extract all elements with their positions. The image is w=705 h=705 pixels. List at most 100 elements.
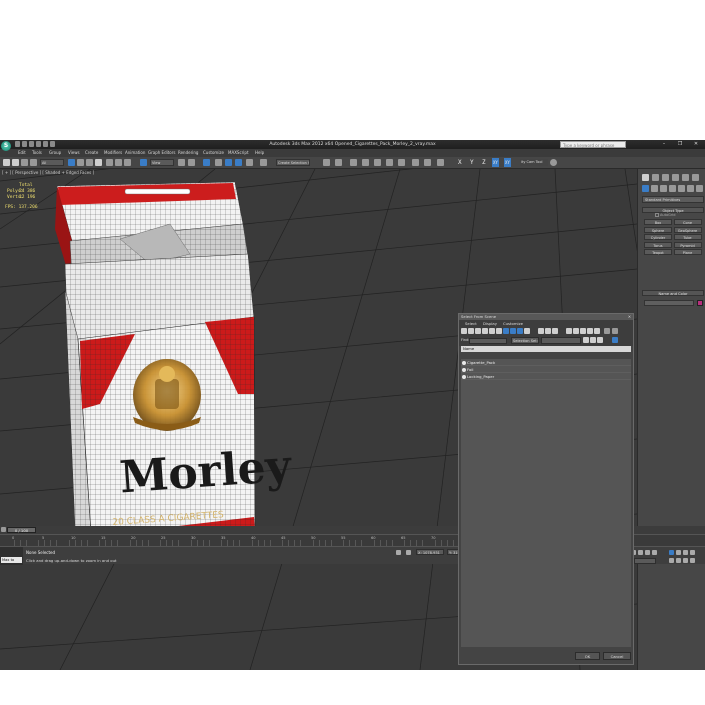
select-none-icon[interactable] (573, 328, 579, 334)
save-file-icon[interactable] (29, 141, 34, 147)
camera-tool-icon[interactable] (550, 159, 557, 166)
display-space-warps-icon[interactable] (496, 328, 502, 334)
unlink-icon[interactable] (12, 159, 19, 166)
dialog-menu-customize[interactable]: Customize (503, 320, 523, 327)
display-bones-icon[interactable] (517, 328, 523, 334)
select-scale-icon[interactable] (124, 159, 131, 166)
render-production-icon[interactable] (437, 159, 444, 166)
percent-snap-icon[interactable] (235, 159, 242, 166)
select-all-icon[interactable] (566, 328, 572, 334)
maxscript-mini-listener[interactable]: Max to (1, 557, 22, 563)
display-lights-icon[interactable] (475, 328, 481, 334)
menu-create[interactable]: Create (85, 149, 98, 157)
menu-graph-editors[interactable]: Graph Editors (148, 149, 175, 157)
spinner-snap-icon[interactable] (246, 159, 253, 166)
dialog-menu-display[interactable]: Display (483, 320, 497, 327)
pyramid-button[interactable]: Pyramid (673, 241, 702, 248)
dialog-menu-select[interactable]: Select (465, 320, 477, 327)
filter-list-icon[interactable] (590, 337, 596, 343)
camera-tool-label[interactable]: ity Cam Tool (520, 159, 548, 166)
zoom-extents-icon[interactable] (683, 550, 688, 555)
hierarchy-tab-icon[interactable] (662, 174, 669, 181)
absolute-mode-icon[interactable] (406, 550, 411, 555)
scene-object-list[interactable]: Cigarette_Pack Foil Locking_Paper (461, 359, 631, 647)
sync-selection-icon[interactable] (612, 337, 618, 343)
select-invert-icon[interactable] (580, 328, 586, 334)
material-editor-icon[interactable] (398, 159, 405, 166)
sphere-button[interactable]: Sphere (644, 226, 672, 233)
named-selection-set-dropdown[interactable]: Create Selection Se (276, 159, 310, 166)
bind-space-warp-icon[interactable] (21, 159, 28, 166)
axis-z-button[interactable]: Z (482, 158, 486, 167)
menu-customize[interactable]: Customize (203, 149, 224, 157)
display-tab-icon[interactable] (682, 174, 689, 181)
select-by-name-icon[interactable] (77, 159, 84, 166)
select-move-icon[interactable] (106, 159, 113, 166)
zoom-icon[interactable] (669, 550, 674, 555)
highlight-icon[interactable] (597, 337, 603, 343)
hierarchy-filter-icon[interactable] (604, 328, 610, 334)
redo-icon[interactable] (43, 141, 48, 147)
cone-button[interactable]: Cone (673, 219, 702, 225)
ok-button[interactable]: OK (575, 652, 600, 660)
graphite-tools-icon[interactable] (362, 159, 369, 166)
pivot-center-icon[interactable] (178, 159, 185, 166)
select-rotate-icon[interactable] (115, 159, 122, 166)
maxscript-listener[interactable]: Max to (0, 547, 23, 565)
cameras-icon[interactable] (669, 185, 676, 192)
open-file-icon[interactable] (22, 141, 27, 147)
edit-named-selection-icon[interactable] (260, 159, 267, 166)
new-file-icon[interactable] (15, 141, 20, 147)
schematic-view-icon[interactable] (386, 159, 393, 166)
axis-xy-button[interactable]: XY (492, 158, 499, 167)
object-color-swatch[interactable] (697, 300, 703, 306)
select-object-icon[interactable] (68, 159, 75, 166)
menu-maxscript[interactable]: MAXScript (228, 149, 249, 157)
current-frame-field[interactable] (634, 558, 656, 564)
angle-snap-icon[interactable] (225, 159, 232, 166)
find-input[interactable] (469, 338, 507, 344)
menu-views[interactable]: Views (68, 149, 80, 157)
display-all-icon[interactable] (538, 328, 544, 334)
zoom-all-icon[interactable] (676, 550, 681, 555)
app-logo-icon[interactable]: S (1, 141, 11, 151)
name-column-header[interactable]: Name (461, 346, 631, 352)
space-warps-icon[interactable] (687, 185, 694, 192)
box-button[interactable]: Box (644, 219, 672, 225)
display-xrefs-icon[interactable] (510, 328, 516, 334)
reference-coord-icon[interactable] (140, 159, 147, 166)
selection-filter-dropdown[interactable]: All (40, 159, 64, 166)
snaps-toggle-icon[interactable] (215, 159, 222, 166)
sort-icon[interactable] (583, 337, 589, 343)
window-crossing-icon[interactable] (95, 159, 102, 166)
display-cameras-icon[interactable] (482, 328, 488, 334)
x-coordinate-field[interactable]: X: 1078.931 (416, 549, 444, 555)
keyboard-shortcut-icon[interactable] (203, 159, 210, 166)
next-frame-icon[interactable] (645, 550, 650, 555)
search-input[interactable]: Type a keyword or phrase (560, 141, 626, 148)
select-dependents-icon[interactable] (587, 328, 593, 334)
axis-y-button[interactable]: Y (470, 158, 474, 167)
autogrid-checkbox[interactable]: AutoGrid (655, 213, 675, 217)
rectangular-selection-icon[interactable] (86, 159, 93, 166)
dialog-options-icon[interactable] (612, 328, 618, 334)
field-of-view-icon[interactable] (669, 558, 674, 563)
cylinder-button[interactable]: Cylinder (644, 234, 672, 240)
lock-selection-icon[interactable] (396, 550, 401, 555)
rendered-frame-window-icon[interactable] (424, 159, 431, 166)
menu-help[interactable]: Help (255, 149, 264, 157)
axis-x-button[interactable]: X (458, 158, 462, 167)
menu-modifiers[interactable]: Modifiers (104, 149, 122, 157)
display-none-icon[interactable] (545, 328, 551, 334)
maximize-viewport-icon[interactable] (690, 558, 695, 563)
axis-xy-cycle-button[interactable]: XY (504, 158, 511, 167)
selection-set-dropdown[interactable] (541, 337, 581, 344)
close-icon[interactable]: ✕ (692, 141, 700, 148)
go-to-end-icon[interactable] (652, 550, 657, 555)
create-tab-icon[interactable] (642, 174, 649, 181)
teapot-button[interactable]: Teapot (644, 249, 672, 255)
minimize-icon[interactable]: – (660, 141, 668, 148)
render-setup-icon[interactable] (412, 159, 419, 166)
display-containers-icon[interactable] (524, 328, 530, 334)
helpers-icon[interactable] (678, 185, 685, 192)
